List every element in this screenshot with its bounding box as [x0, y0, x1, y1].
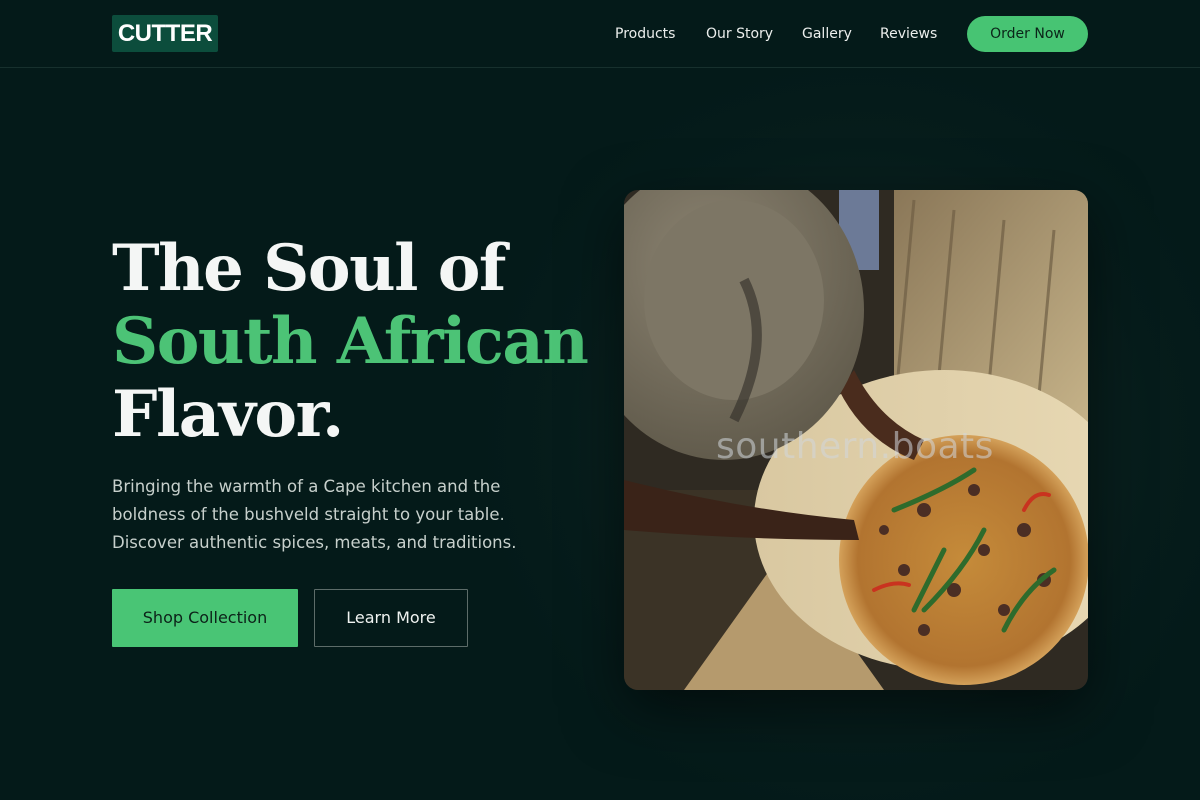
hero-title-line-3: Flavor. [112, 377, 344, 452]
brand-logo[interactable]: CUTTER [112, 15, 218, 52]
hero-title: The Soul of South African Flavor. [112, 232, 612, 451]
nav-link-products[interactable]: Products [615, 24, 675, 44]
top-navbar: CUTTER Products Our Story Gallery Review… [0, 0, 1200, 68]
hero-title-accent: South African [112, 304, 589, 379]
hero-title-line-1: The Soul of [112, 231, 506, 306]
shop-collection-button[interactable]: Shop Collection [112, 589, 298, 647]
nav-link-gallery[interactable]: Gallery [802, 24, 852, 44]
hero-image: southern.boats [624, 190, 1088, 690]
hero-description: Bringing the warmth of a Cape kitchen an… [112, 477, 517, 552]
nav-link-reviews[interactable]: Reviews [880, 24, 937, 44]
learn-more-button[interactable]: Learn More [314, 589, 468, 647]
order-now-button[interactable]: Order Now [967, 16, 1088, 52]
nav-link-our-story[interactable]: Our Story [706, 24, 773, 44]
image-watermark: southern.boats [716, 426, 994, 467]
